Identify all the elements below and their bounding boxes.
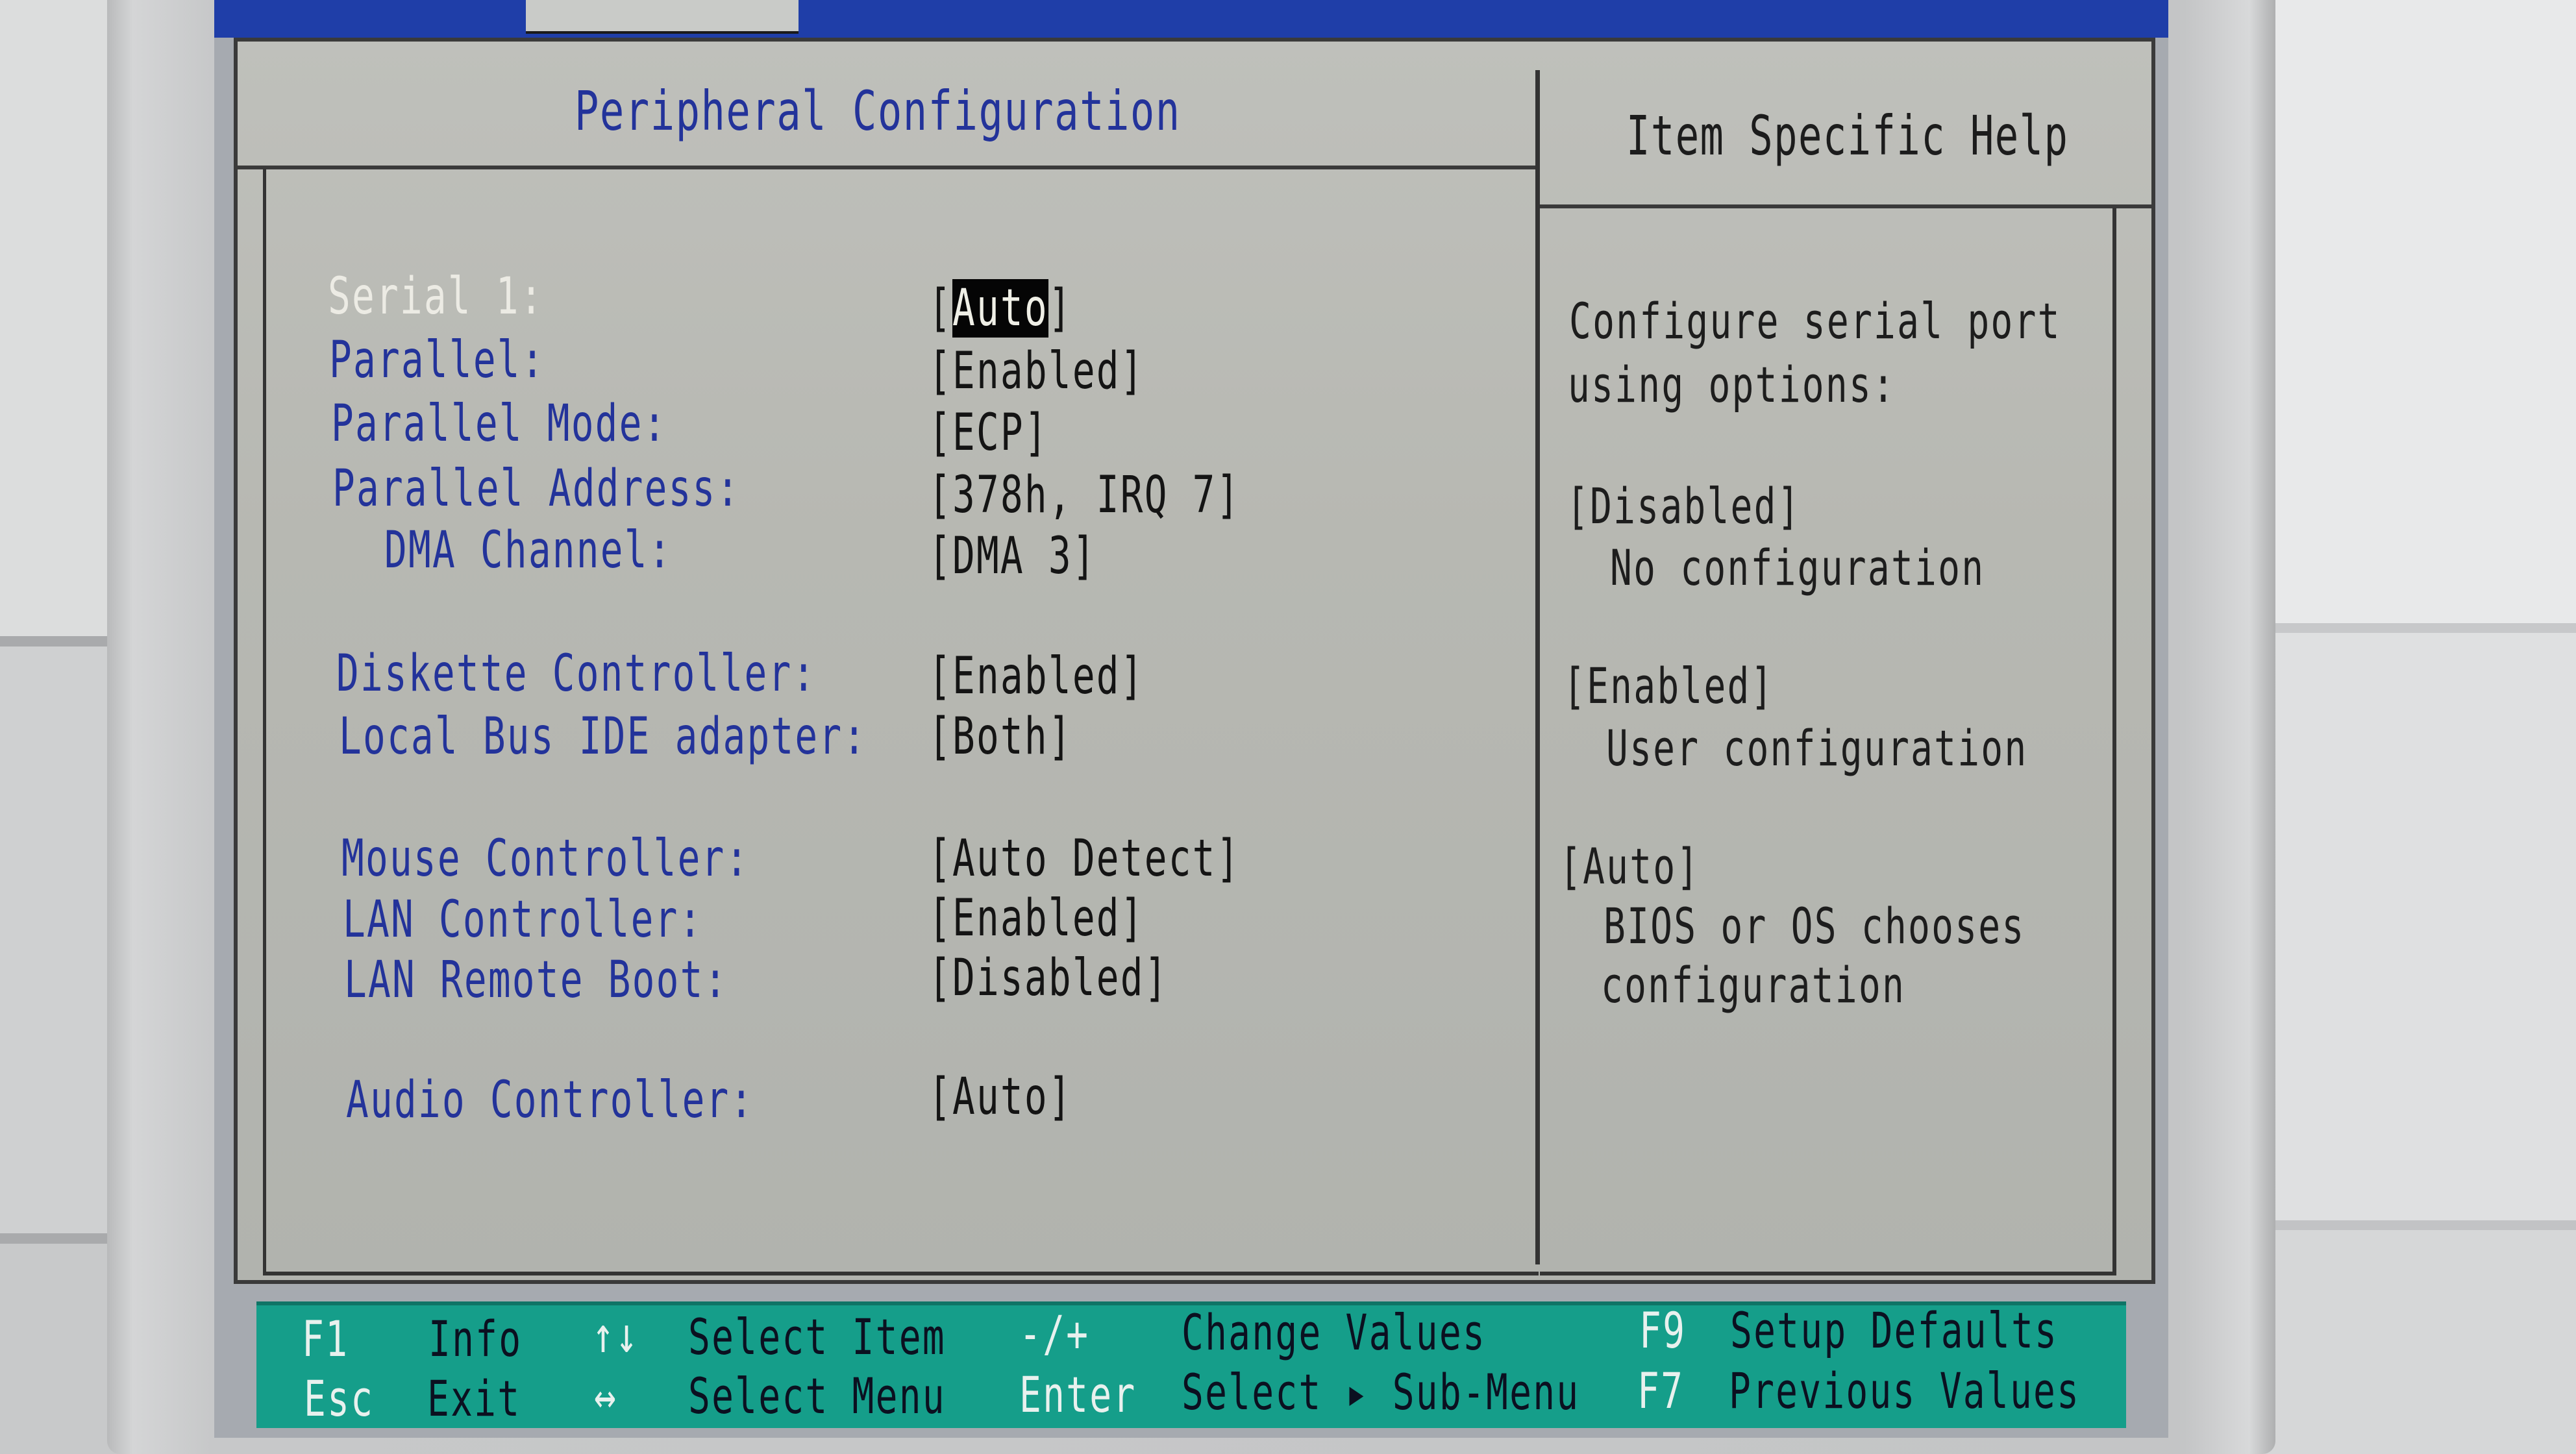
setting-label-mouse-controller[interactable]: Mouse Controller: bbox=[341, 830, 750, 888]
help-line: [Enabled] bbox=[1563, 657, 1774, 715]
setting-value-parallel-mode[interactable]: [ECP] bbox=[928, 404, 1048, 462]
setting-label-diskette-controller[interactable]: Diskette Controller: bbox=[336, 645, 816, 703]
setting-value-lan-remote-boot[interactable]: [Disabled] bbox=[928, 949, 1169, 1007]
help-line: BIOS or OS chooses bbox=[1604, 897, 2025, 955]
setting-label-lan-controller[interactable]: LAN Controller: bbox=[343, 891, 703, 949]
setting-label-lan-remote-boot[interactable]: LAN Remote Boot: bbox=[344, 951, 728, 1009]
setting-label-dma-channel[interactable]: DMA Channel: bbox=[384, 521, 673, 580]
help-line: configuration bbox=[1601, 956, 1906, 1014]
key-esc-desc: Exit bbox=[427, 1370, 521, 1427]
key-f1-desc: Info bbox=[428, 1310, 523, 1368]
setting-value-parallel[interactable]: [Enabled] bbox=[928, 342, 1145, 400]
key-f7: F7 bbox=[1637, 1362, 1685, 1420]
setting-label-audio-controller[interactable]: Audio Controller: bbox=[346, 1071, 754, 1129]
key-f1: F1 bbox=[302, 1310, 349, 1368]
help-title: Item Specific Help bbox=[1626, 104, 2069, 167]
wall-left bbox=[0, 0, 123, 1454]
key-updown-arrows-icon: ↑↓ bbox=[592, 1306, 639, 1364]
help-line: User configuration bbox=[1606, 719, 2028, 777]
key-minus-plus: -/+ bbox=[1019, 1305, 1090, 1362]
key-f7-desc: Previous Values bbox=[1729, 1362, 2081, 1420]
key-leftright-arrows-icon: ↔ bbox=[594, 1367, 618, 1425]
page-title: Peripheral Configuration bbox=[575, 79, 1181, 143]
setting-value-mouse-controller[interactable]: [Auto Detect] bbox=[928, 830, 1241, 888]
help-line: [Auto] bbox=[1559, 837, 1700, 895]
setting-value-audio-controller[interactable]: [Auto] bbox=[928, 1068, 1072, 1126]
help-line: Configure serial port bbox=[1569, 292, 2061, 350]
setting-value-parallel-address[interactable]: [378h, IRQ 7] bbox=[928, 466, 1241, 524]
help-line: using options: bbox=[1568, 356, 1896, 413]
menu-bar bbox=[214, 0, 2168, 38]
help-line: No configuration bbox=[1610, 539, 1985, 597]
setting-value-serial1[interactable]: [Auto] bbox=[928, 279, 1072, 338]
setting-label-local-bus-ide[interactable]: Local Bus IDE adapter: bbox=[339, 708, 867, 766]
help-line: [Disabled] bbox=[1567, 477, 1801, 535]
setting-label-parallel[interactable]: Parallel: bbox=[329, 331, 545, 389]
setting-value-local-bus-ide[interactable]: [Both] bbox=[928, 708, 1072, 766]
key-esc: Esc bbox=[304, 1370, 375, 1427]
setting-value-dma-channel[interactable]: [DMA 3] bbox=[928, 527, 1096, 585]
key-f9-desc: Setup Defaults bbox=[1730, 1301, 2059, 1359]
key-updown-desc: Select Item bbox=[688, 1308, 946, 1366]
setting-value-lan-controller[interactable]: [Enabled] bbox=[928, 889, 1145, 948]
active-menu-tab[interactable] bbox=[526, 0, 799, 34]
setting-label-serial1[interactable]: Serial 1: bbox=[328, 267, 544, 326]
key-leftright-desc: Select Menu bbox=[688, 1367, 946, 1425]
key-enter-desc: Select ▸ Sub-Menu bbox=[1182, 1363, 1580, 1421]
key-enter: Enter bbox=[1019, 1366, 1137, 1423]
setting-label-parallel-mode[interactable]: Parallel Mode: bbox=[331, 395, 667, 453]
key-minus-plus-desc: Change Values bbox=[1182, 1303, 1487, 1361]
setting-value-diskette-controller[interactable]: [Enabled] bbox=[928, 647, 1145, 706]
setting-label-parallel-address[interactable]: Parallel Address: bbox=[332, 460, 741, 518]
key-f9: F9 bbox=[1639, 1301, 1687, 1359]
